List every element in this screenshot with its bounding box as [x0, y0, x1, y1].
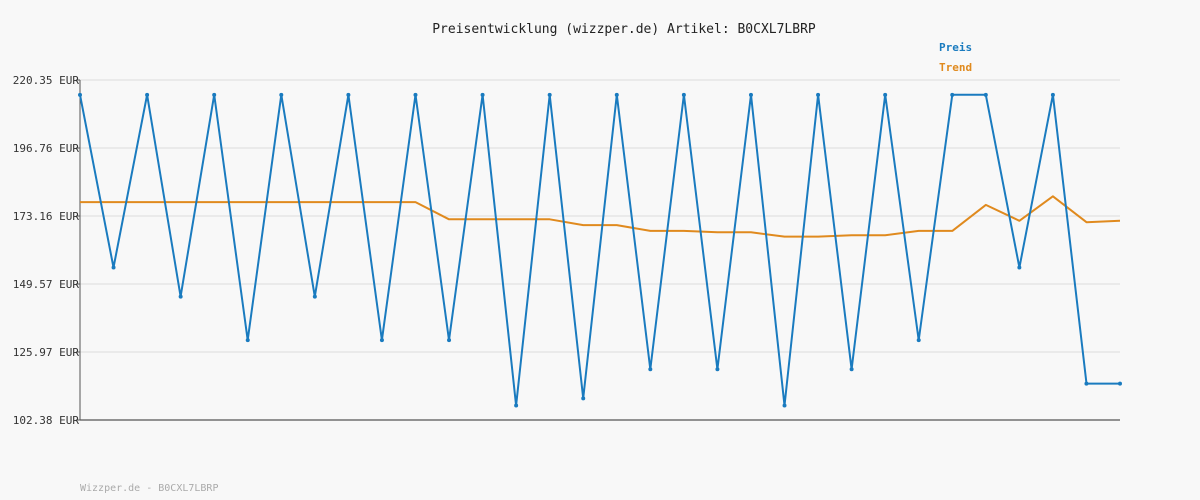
data-point-preis	[379, 338, 384, 343]
y-axis-labels: 220.35 EUR 196.76 EUR 173.16 EUR 149.57 EUR…	[13, 74, 80, 427]
data-point-preis	[883, 92, 888, 97]
data-point-preis	[245, 338, 250, 343]
series-layer	[78, 92, 1122, 408]
data-point-preis	[346, 92, 351, 97]
grid-lines	[76, 79, 1120, 421]
data-point-preis	[312, 294, 317, 299]
data-point-preis	[1017, 265, 1022, 270]
data-point-preis	[1084, 381, 1089, 386]
data-point-preis	[413, 92, 418, 97]
data-point-preis	[279, 92, 284, 97]
data-point-preis	[581, 396, 586, 401]
data-point-preis	[782, 403, 787, 408]
y-tick-label: 149.57 EUR	[13, 278, 80, 291]
data-point-preis	[681, 92, 686, 97]
y-tick-label: 173.16 EUR	[13, 210, 80, 223]
data-point-preis	[78, 92, 82, 97]
y-tick-label: 102.38 EUR	[13, 414, 80, 427]
data-point-preis	[212, 92, 217, 97]
legend-trend: Trend	[939, 61, 972, 74]
y-tick-label: 220.35 EUR	[13, 74, 80, 87]
footer-credit: Wizzper.de - B0CXL7LBRP	[80, 483, 218, 494]
data-point-preis	[1118, 381, 1122, 386]
data-point-preis	[748, 92, 753, 97]
y-tick-label: 125.97 EUR	[13, 346, 80, 359]
data-point-preis	[916, 338, 921, 343]
data-point-preis	[1050, 92, 1055, 97]
series-line-preis	[79, 93, 1120, 407]
data-point-preis	[614, 92, 619, 97]
data-point-preis	[111, 265, 116, 270]
data-point-preis	[849, 367, 854, 372]
price-chart: Preisentwicklung (wizzper.de) Artikel: B…	[13, 22, 1122, 494]
data-point-preis	[648, 367, 653, 372]
data-point-preis	[950, 92, 955, 97]
data-point-preis	[514, 403, 519, 408]
data-point-preis	[547, 92, 552, 97]
chart-title: Preisentwicklung (wizzper.de) Artikel: B…	[432, 22, 816, 37]
data-point-preis	[145, 92, 150, 97]
legend-preis: Preis	[939, 41, 972, 54]
data-point-preis	[178, 294, 183, 299]
data-point-preis	[480, 92, 485, 97]
data-point-preis	[447, 338, 452, 343]
data-point-preis	[983, 92, 988, 97]
data-point-preis	[715, 367, 720, 372]
data-point-preis	[816, 92, 821, 97]
y-tick-label: 196.76 EUR	[13, 142, 80, 155]
